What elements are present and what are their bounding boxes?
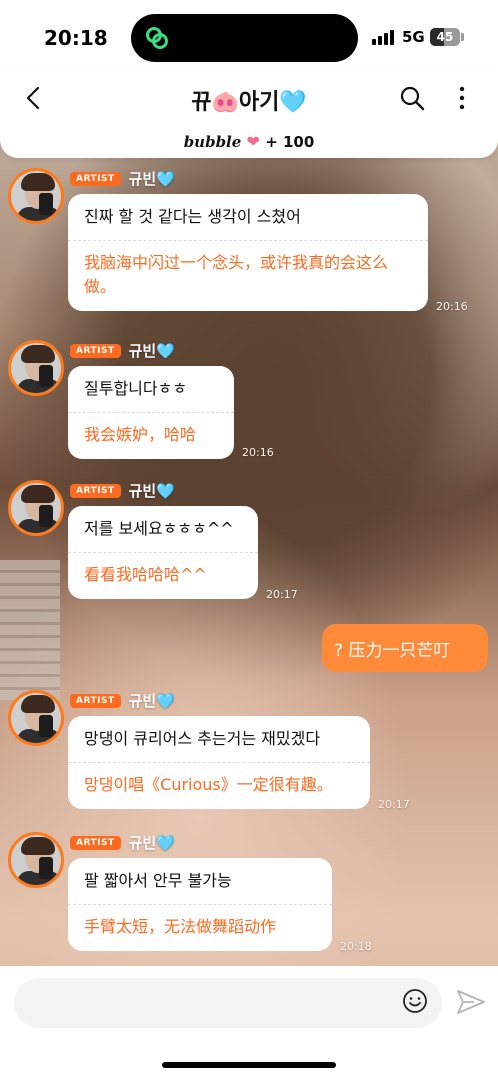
link-icon — [146, 27, 168, 49]
status-time: 20:18 — [44, 26, 108, 50]
signal-icon — [372, 30, 394, 45]
message-input[interactable] — [14, 978, 442, 1028]
sender-name: 규빈🩵 — [128, 170, 175, 188]
artist-badge: ARTIST — [70, 483, 121, 498]
message-bubble[interactable]: 저를 보세요ㅎㅎㅎ^^ 看看我哈哈哈^^ — [68, 506, 258, 599]
avatar[interactable] — [8, 480, 64, 536]
message-bubble[interactable]: 팔 짧아서 안무 불가능 手臂太短，无法做舞蹈动作 — [68, 858, 332, 951]
message-text-translation: 看看我哈哈哈^^ — [84, 565, 207, 584]
message-time: 20:18 — [340, 940, 372, 953]
send-icon[interactable] — [456, 988, 486, 1016]
message-text-translation: 手臂太短，无法做舞蹈动作 — [84, 917, 277, 936]
bubble-count-row[interactable]: bubble ❤ + 100 — [0, 132, 498, 151]
message-time: 20:16 — [436, 300, 468, 313]
message-time: 20:17 — [378, 798, 410, 811]
heart-icon: ❤ — [246, 132, 260, 151]
avatar[interactable] — [8, 690, 64, 746]
message-bubble[interactable]: 질투합니다ㅎㅎ 我会嫉妒，哈哈 — [68, 366, 234, 459]
message-bubble[interactable]: 망댕이 큐리어스 추는거는 재밌겠다 망댕이唱《Curious》一定很有趣。 — [68, 716, 370, 809]
search-icon[interactable] — [398, 84, 426, 112]
bubble-brand: bubble — [183, 133, 242, 151]
artist-badge: ARTIST — [70, 693, 121, 708]
dynamic-island — [131, 14, 358, 62]
chat-header: 뀨🐽아기🩵 bubble ❤ + 100 — [0, 72, 498, 158]
network-label: 5G — [402, 28, 425, 46]
message-text-translation: 我会嫉妒，哈哈 — [84, 425, 197, 444]
battery-icon: 45 — [430, 28, 460, 46]
message-time: 20:17 — [266, 588, 298, 601]
artist-badge: ARTIST — [70, 835, 121, 850]
message-input-bar — [0, 966, 498, 1080]
message-text-korean: 질투합니다ㅎㅎ — [84, 379, 188, 398]
sender-name: 규빈🩵 — [128, 692, 175, 710]
sender-name: 규빈🩵 — [128, 482, 175, 500]
message-text-translation: 我脑海中闪过一个念头，或许我真的会这么做。 — [84, 253, 389, 296]
message-text-korean: 저를 보세요ㅎㅎㅎ^^ — [84, 519, 234, 538]
avatar[interactable] — [8, 340, 64, 396]
bubble-count: + 100 — [265, 133, 315, 151]
home-indicator — [162, 1062, 336, 1068]
message-bubble[interactable]: 진짜 할 것 같다는 생각이 스쳤어 我脑海中闪过一个念头，或许我真的会这么做。 — [68, 194, 428, 311]
avatar[interactable] — [8, 168, 64, 224]
avatar[interactable] — [8, 832, 64, 888]
emoji-icon[interactable] — [402, 988, 428, 1014]
sender-name: 규빈🩵 — [128, 834, 175, 852]
my-message-bubble[interactable]: ? 压力一只芒叮 — [322, 624, 488, 672]
more-options-icon[interactable] — [455, 84, 469, 112]
artist-badge: ARTIST — [70, 171, 121, 186]
message-text-korean: 팔 짧아서 안무 불가능 — [84, 871, 232, 890]
message-text-translation: 망댕이唱《Curious》一定很有趣。 — [84, 775, 333, 794]
status-bar: 20:18 5G 45 — [0, 0, 498, 72]
battery-level: 45 — [436, 30, 454, 44]
message-text-korean: 망댕이 큐리어스 추는거는 재밌겠다 — [84, 729, 321, 748]
sender-name: 규빈🩵 — [128, 342, 175, 360]
artist-badge: ARTIST — [70, 343, 121, 358]
message-time: 20:16 — [242, 446, 274, 459]
message-text-korean: 진짜 할 것 같다는 생각이 스쳤어 — [84, 207, 301, 226]
